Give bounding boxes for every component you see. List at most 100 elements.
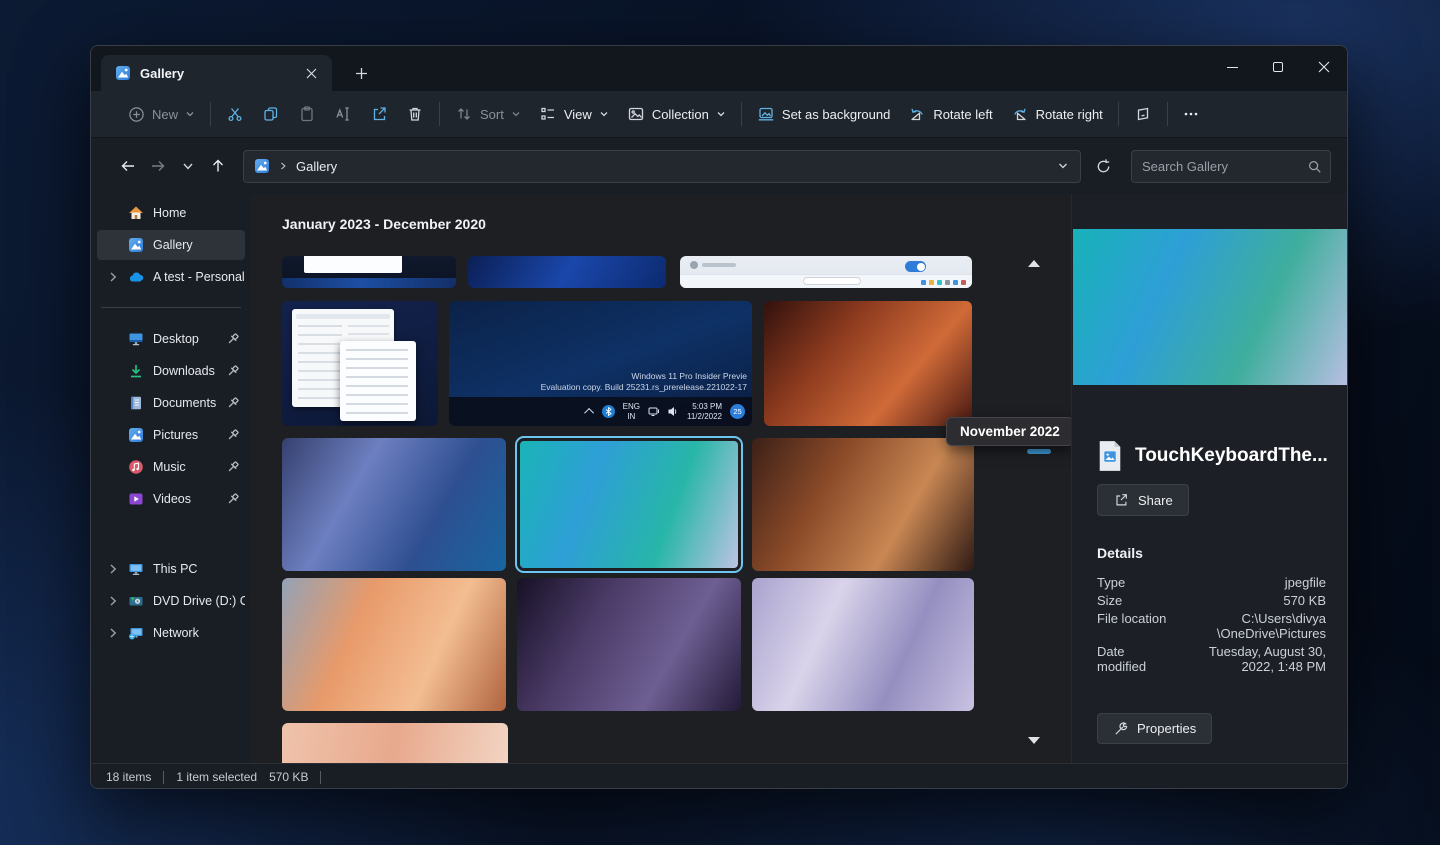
- up-button[interactable]: [203, 151, 233, 181]
- gallery-thumbnail-7[interactable]: [282, 438, 506, 571]
- maximize-button[interactable]: [1255, 46, 1301, 88]
- toolbar-separator: [741, 102, 742, 126]
- pictures-icon: [128, 427, 144, 443]
- forward-button[interactable]: [143, 151, 173, 181]
- chevron-down-icon: [716, 109, 726, 119]
- gallery-thumbnail-6[interactable]: [764, 301, 972, 426]
- new-button[interactable]: New: [119, 99, 204, 130]
- sidebar-item-network[interactable]: Network: [97, 618, 245, 648]
- sidebar-item-desktop[interactable]: Desktop: [97, 324, 245, 354]
- properties-button[interactable]: Properties: [1097, 713, 1212, 744]
- toolbar-separator: [439, 102, 440, 126]
- sidebar-item-label: Network: [153, 626, 199, 640]
- sidebar-item-documents[interactable]: Documents: [97, 388, 245, 418]
- pin-icon: [225, 427, 241, 443]
- tray-chevron-icon: [584, 408, 594, 418]
- cut-button[interactable]: [217, 98, 253, 130]
- expand-chevron-icon[interactable]: [105, 269, 121, 285]
- rename-icon: [334, 105, 352, 123]
- sidebar-item-videos[interactable]: Videos: [97, 484, 245, 514]
- timeline-scroll-thumb[interactable]: [1027, 449, 1051, 454]
- documents-icon: [128, 395, 144, 411]
- address-dropdown-icon[interactable]: [1056, 159, 1070, 173]
- timeline-scroll-down-icon[interactable]: [1028, 737, 1040, 744]
- sidebar-item-music[interactable]: Music: [97, 452, 245, 482]
- minimize-button[interactable]: [1209, 46, 1255, 88]
- gallery-thumbnail-8-selected[interactable]: [515, 436, 743, 573]
- sidebar-item-downloads[interactable]: Downloads: [97, 356, 245, 386]
- gallery-thumbnail-3[interactable]: [680, 256, 972, 288]
- gallery-thumbnail-12[interactable]: [752, 578, 974, 711]
- gallery-thumbnail-4[interactable]: [282, 301, 438, 426]
- gallery-thumbnail-2[interactable]: [468, 256, 666, 288]
- paste-button[interactable]: [289, 98, 325, 130]
- timeline-scroll-up-icon[interactable]: [1028, 260, 1040, 267]
- navigation-bar: Gallery: [91, 138, 1347, 194]
- gallery-content: January 2023 - December 2020: [251, 194, 1071, 763]
- phone-link-button[interactable]: [1125, 98, 1161, 130]
- share-button[interactable]: [361, 98, 397, 130]
- expand-chevron-icon[interactable]: [105, 593, 121, 609]
- details-share-button[interactable]: Share: [1097, 484, 1189, 516]
- status-separator: [163, 771, 164, 784]
- set-as-background-button[interactable]: Set as background: [748, 98, 899, 130]
- gallery-thumbnail-1[interactable]: [282, 256, 456, 288]
- rotate-right-button[interactable]: Rotate right: [1002, 98, 1112, 130]
- details-rows: Type jpegfile Size 570 KB File location …: [1097, 575, 1326, 677]
- expand-chevron-icon[interactable]: [105, 625, 121, 641]
- sidebar-item-onedrive[interactable]: A test - Personal: [97, 262, 245, 292]
- phone-link-icon: [1134, 105, 1152, 123]
- status-separator: [320, 771, 321, 784]
- gallery-thumbnail-13[interactable]: [282, 723, 508, 763]
- home-icon: [128, 205, 144, 221]
- desktop-icon: [128, 331, 144, 347]
- thumbnail-text-lines: [298, 325, 342, 401]
- chevron-down-icon: [185, 109, 195, 119]
- gallery-thumbnail-11[interactable]: [517, 578, 741, 711]
- gallery-thumbnail-9[interactable]: [752, 438, 974, 571]
- sidebar-item-this-pc[interactable]: This PC: [97, 554, 245, 584]
- refresh-button[interactable]: [1087, 151, 1119, 181]
- rename-button[interactable]: [325, 98, 361, 130]
- background-image-icon: [757, 105, 775, 123]
- collection-button[interactable]: Collection: [618, 98, 735, 130]
- delete-button[interactable]: [397, 98, 433, 130]
- gallery-app-icon: [115, 65, 131, 81]
- sort-button[interactable]: Sort: [446, 98, 530, 130]
- gallery-thumbnail-10[interactable]: [282, 578, 506, 711]
- rotate-right-label: Rotate right: [1036, 107, 1103, 122]
- copy-button[interactable]: [253, 98, 289, 130]
- preview-image[interactable]: [1073, 229, 1348, 385]
- sidebar-item-gallery[interactable]: Gallery: [97, 230, 245, 260]
- search-input[interactable]: [1142, 159, 1307, 174]
- trash-icon: [406, 105, 424, 123]
- view-button[interactable]: View: [530, 98, 618, 130]
- thumbnail-search-shape: [803, 277, 861, 285]
- address-bar[interactable]: Gallery: [243, 150, 1081, 183]
- expand-chevron-icon[interactable]: [105, 561, 121, 577]
- breadcrumb-gallery[interactable]: Gallery: [296, 159, 337, 174]
- rotate-left-button[interactable]: Rotate left: [899, 98, 1001, 130]
- gallery-thumbnail-5[interactable]: Windows 11 Pro Insider Previe Evaluation…: [449, 301, 752, 426]
- thumbnail-toggle-shape: [905, 261, 926, 272]
- toolbar-separator: [1118, 102, 1119, 126]
- dvd-drive-icon: [128, 593, 144, 609]
- downloads-icon: [128, 363, 144, 379]
- sidebar-item-pictures[interactable]: Pictures: [97, 420, 245, 450]
- sidebar-item-home[interactable]: Home: [97, 198, 245, 228]
- recent-locations-button[interactable]: [173, 151, 203, 181]
- tab-gallery[interactable]: Gallery: [101, 55, 332, 91]
- file-explorer-window: Gallery New: [90, 45, 1348, 789]
- back-button[interactable]: [113, 151, 143, 181]
- see-more-button[interactable]: [1174, 99, 1208, 129]
- sidebar-item-dvd-drive[interactable]: DVD Drive (D:) CCC: [97, 586, 245, 616]
- music-icon: [128, 459, 144, 475]
- new-tab-button[interactable]: [346, 58, 376, 88]
- window-controls: [1209, 46, 1347, 91]
- tab-close-icon[interactable]: [300, 62, 322, 84]
- sidebar-item-label: A test - Personal: [153, 270, 245, 284]
- close-button[interactable]: [1301, 46, 1347, 88]
- selected-filename: TouchKeyboardThe...: [1135, 445, 1328, 467]
- sidebar-item-label: Downloads: [153, 364, 215, 378]
- collection-label: Collection: [652, 107, 709, 122]
